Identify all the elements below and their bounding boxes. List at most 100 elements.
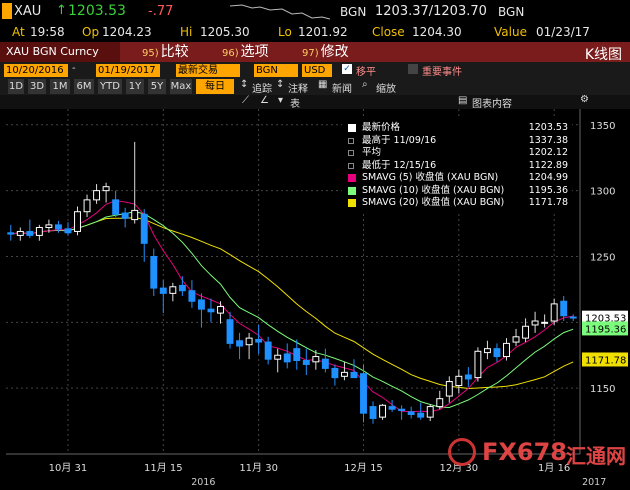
x-tick-label: 11月 15: [144, 462, 183, 474]
note-button[interactable]: 注释: [288, 80, 308, 95]
sma5-line: [10, 200, 574, 413]
legend-label: SMAVG (10) 收盘值 (XAU BGN): [362, 184, 505, 196]
x-tick-label: 12月 15: [344, 462, 383, 474]
legend-item: 最低于 12/15/16 1122.89: [342, 160, 572, 172]
news-icon: ▦: [318, 79, 328, 90]
period-1y[interactable]: 1Y: [126, 79, 144, 94]
events-checkbox[interactable]: [408, 64, 418, 74]
at-value: 19:58: [30, 25, 65, 39]
dropdown-icon[interactable]: ▾: [278, 95, 283, 106]
candle-body: [64, 228, 72, 234]
candle-body: [474, 350, 482, 379]
legend-swatch: [348, 174, 356, 182]
legend-label: 最新价格: [362, 122, 401, 133]
candle-body: [74, 211, 81, 232]
legend-value: 1195.36: [528, 184, 568, 196]
watermark: FX678 汇通网: [448, 436, 628, 470]
chart-content-button[interactable]: 图表内容: [472, 95, 512, 109]
compare-menu-number: 95): [142, 48, 159, 59]
y-tick-label: 1250: [590, 252, 615, 263]
period-toolbar: 1D 3D 1M 6M YTD 1Y 5Y Max 每日 ↕ 追踪 ↕ 注释 ▦…: [0, 78, 630, 95]
candle-body: [283, 353, 291, 363]
bid-ask: 1203.37/1203.70: [375, 4, 487, 19]
period-1m[interactable]: 1M: [50, 79, 70, 94]
zoom-button[interactable]: 缩放: [376, 80, 396, 95]
low-value: 1201.92: [298, 25, 348, 39]
legend-swatch: [348, 186, 356, 195]
x-tick-label: 10月 31: [49, 462, 88, 474]
y-tick-label: 1350: [590, 121, 615, 132]
settings-gear-icon[interactable]: ⚙: [580, 95, 589, 105]
bid-source: BGN: [340, 5, 367, 19]
period-6m[interactable]: 6M: [74, 79, 94, 94]
candle-body: [26, 230, 34, 236]
start-date-field[interactable]: 10/20/2016: [4, 64, 68, 77]
edit-menu[interactable]: 97) 修改: [302, 43, 349, 61]
track-icon: ↕: [240, 79, 249, 90]
candle-body: [217, 306, 224, 314]
open-label: Op: [82, 25, 100, 39]
period-3d[interactable]: 3D: [28, 79, 46, 94]
year-label: 2017: [582, 477, 606, 488]
period-5y[interactable]: 5Y: [148, 79, 166, 94]
sparkline-icon: [230, 4, 330, 20]
candle-body: [264, 341, 272, 360]
watermark-text-cn: 汇通网: [566, 444, 626, 468]
candle-body: [274, 354, 282, 360]
sma10-tag: 1195.36: [585, 324, 626, 335]
legend-swatch: [348, 162, 354, 169]
candle-body: [321, 358, 329, 369]
candle-body: [550, 303, 558, 322]
legend-label: 平均: [362, 147, 382, 158]
end-date-field[interactable]: 01/19/2017: [96, 64, 160, 77]
period-ytd[interactable]: YTD: [98, 79, 122, 94]
candle-body: [245, 337, 253, 346]
news-button[interactable]: 新闻: [332, 80, 352, 95]
close-value: 1204.30: [412, 25, 462, 39]
candle-body: [398, 408, 406, 412]
period-1d[interactable]: 1D: [8, 79, 24, 94]
table-button[interactable]: 表: [290, 95, 300, 109]
candle-body: [360, 373, 367, 414]
legend-item: 最新价格 1203.53: [342, 122, 572, 134]
x-tick-label: 11月 30: [239, 462, 278, 474]
compare-menu[interactable]: 95) 比较: [142, 43, 189, 61]
legend-swatch: [348, 124, 356, 132]
frequency-select[interactable]: 每日: [196, 79, 234, 94]
source-select[interactable]: BGN: [254, 64, 298, 77]
candle-body: [83, 199, 91, 213]
security-marker-icon: [2, 3, 12, 19]
candle-body: [150, 255, 158, 289]
candle-body: [436, 398, 444, 408]
candle-body: [331, 367, 339, 379]
candle-body: [350, 371, 358, 379]
candle-body: [379, 404, 387, 418]
candle-body: [159, 287, 167, 294]
quote-header: XAU ↑ 1203.53 -.77 BGN 1203.37/1203.70 B…: [0, 0, 630, 24]
legend-swatch: [348, 150, 354, 156]
sma20-tag: 1171.78: [585, 355, 626, 366]
at-label: At: [12, 25, 25, 39]
track-button[interactable]: 追踪: [252, 80, 272, 95]
mode-select[interactable]: 最新交易: [176, 64, 240, 77]
period-max[interactable]: Max: [170, 79, 192, 94]
high-label: Hi: [180, 25, 193, 39]
value-label: Value: [494, 25, 527, 39]
shift-checkbox[interactable]: ✓: [342, 64, 352, 74]
candle-body: [226, 319, 234, 344]
candle-body: [369, 406, 377, 419]
security-field[interactable]: XAU BGN Curncy: [0, 42, 120, 62]
draw-tool-icon[interactable]: ∠: [260, 95, 269, 106]
line-tool-icon[interactable]: ⟋: [242, 95, 249, 106]
legend-value: 1171.78: [528, 197, 568, 208]
options-menu-number: 96): [222, 48, 239, 59]
date-range-dash: -: [72, 63, 76, 74]
events-label: 重要事件: [422, 67, 462, 78]
terminal-window: XAU ↑ 1203.53 -.77 BGN 1203.37/1203.70 B…: [0, 0, 630, 490]
options-menu[interactable]: 96) 选项: [222, 43, 269, 61]
watermark-text: FX678: [482, 438, 567, 466]
candle-body: [426, 406, 434, 418]
currency-select[interactable]: USD: [302, 64, 332, 77]
candle-body: [483, 348, 491, 354]
legend-swatch: [348, 199, 356, 207]
